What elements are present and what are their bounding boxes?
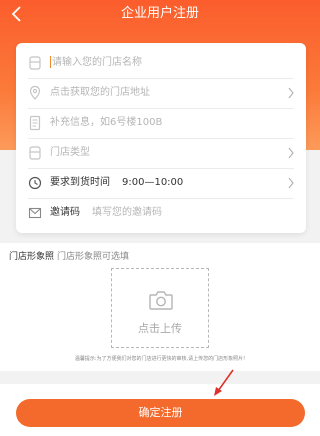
- photo-title-label: 门店形象照: [9, 252, 55, 262]
- upload-label: 点击上传: [138, 322, 182, 335]
- delivery-time-label: 要求到货时间: [50, 177, 110, 188]
- photo-section-title: 门店形象照 门店形象照可选填: [9, 249, 129, 262]
- registration-form: 请输入您的门店名称 点击获取您的门店地址 补充信息，如6号楼100B 门店类型: [16, 43, 306, 233]
- store-address-field[interactable]: 点击获取您的门店地址: [16, 77, 306, 109]
- chevron-right-icon: [288, 147, 294, 159]
- delivery-time-value: 9:00—10:00: [122, 177, 184, 188]
- clock-icon: [28, 176, 42, 190]
- document-icon: [29, 115, 41, 131]
- address-supplement-field[interactable]: 补充信息，如6号楼100B: [16, 107, 306, 139]
- page-title: 企业用户注册: [120, 6, 199, 21]
- invite-code-placeholder: 填写您的邀请码: [92, 207, 162, 218]
- photo-section: 门店形象照 门店形象照可选填 点击上传 温馨提示:为了方便我们对您的门店进行更快的…: [0, 243, 320, 371]
- store-type-field[interactable]: 门店类型: [16, 137, 306, 169]
- delivery-time-text: 要求到货时间 9:00—10:00: [50, 167, 183, 199]
- store-address-placeholder: 点击获取您的门店地址: [50, 87, 150, 98]
- store-name-field[interactable]: 请输入您的门店名称: [16, 47, 306, 79]
- envelope-icon: [28, 207, 42, 219]
- photo-optional-note: 门店形象照可选填: [57, 252, 130, 262]
- store-name-input[interactable]: 请输入您的门店名称: [50, 47, 142, 79]
- location-pin-icon: [29, 85, 41, 100]
- text-caret: [50, 56, 51, 68]
- upload-photo-button[interactable]: 点击上传: [111, 268, 209, 348]
- invite-code-field[interactable]: 邀请码 填写您的邀请码: [16, 197, 306, 229]
- upload-notice: 温馨提示:为了方便我们对您的门店进行更快的审核,请上传您的门店形象照片!: [74, 356, 246, 362]
- store-name-placeholder: 请输入您的门店名称: [52, 57, 142, 68]
- red-arrow-icon: [214, 369, 234, 396]
- bottom-bar: 确定注册: [0, 384, 320, 436]
- chevron-right-icon: [288, 87, 294, 99]
- delivery-time-field[interactable]: 要求到货时间 9:00—10:00: [16, 167, 306, 199]
- submit-register-button[interactable]: 确定注册: [16, 399, 305, 427]
- store-icon: [29, 56, 41, 70]
- invite-code-label: 邀请码: [50, 207, 80, 218]
- invite-code-text: 邀请码 填写您的邀请码: [50, 197, 162, 229]
- store-type-placeholder: 门店类型: [50, 147, 90, 158]
- address-supplement-placeholder: 补充信息，如6号楼100B: [50, 117, 163, 128]
- chevron-right-icon: [288, 177, 294, 189]
- store-type-icon: [29, 146, 41, 160]
- camera-icon: [149, 291, 173, 310]
